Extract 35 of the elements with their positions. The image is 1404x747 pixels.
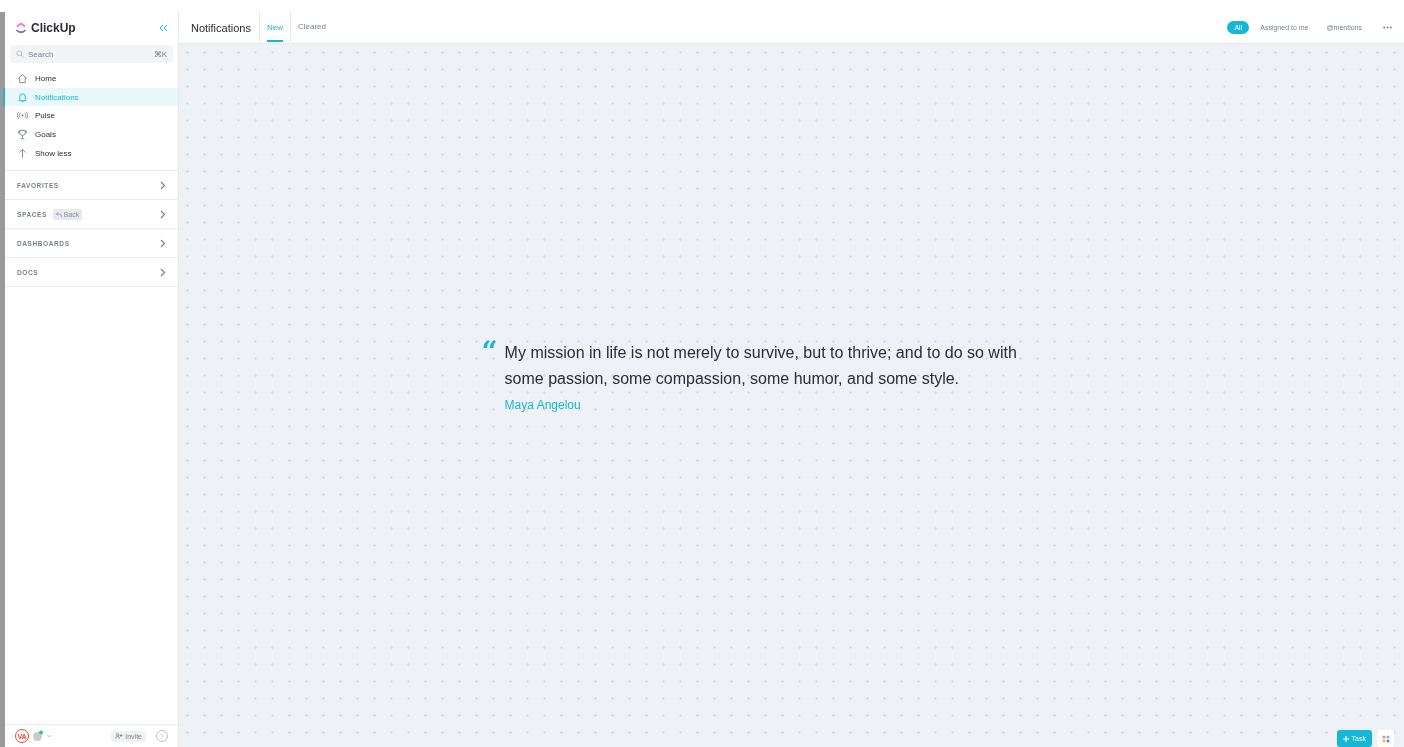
nav-item[interactable]: Notifications bbox=[3, 87, 178, 107]
logo-icon bbox=[15, 21, 27, 34]
radio-waves-icon bbox=[17, 110, 28, 122]
quote-mark: “ bbox=[481, 339, 498, 370]
home-icon bbox=[17, 72, 28, 84]
undo-icon bbox=[55, 211, 62, 217]
search-input[interactable]: Search bbox=[28, 49, 150, 59]
chevron-right-icon bbox=[160, 267, 166, 277]
more-icon[interactable] bbox=[1383, 26, 1392, 29]
quote-text: My mission in life is not merely to survive, but to thrive; and to do so with some passion, some compassion, some humor, and some style. bbox=[504, 342, 1018, 389]
chevron-right-icon bbox=[160, 238, 166, 248]
arrow-up-icon bbox=[17, 147, 28, 159]
tab[interactable]: Cleared bbox=[289, 12, 333, 43]
nav-item[interactable]: Goals bbox=[3, 125, 178, 144]
trophy-icon bbox=[17, 128, 28, 140]
apps-button[interactable] bbox=[1377, 730, 1394, 747]
avatar-icon[interactable] bbox=[33, 730, 43, 742]
grid-icon bbox=[1381, 734, 1390, 743]
page-title: Notifications bbox=[191, 21, 251, 34]
nav-item[interactable]: Pulse bbox=[3, 106, 178, 126]
nav-item[interactable]: Show less bbox=[3, 143, 178, 163]
shortcut-hint: ⌘K bbox=[153, 49, 167, 59]
chevron-right-icon bbox=[160, 180, 166, 190]
add-user-icon bbox=[115, 732, 124, 739]
bell-icon bbox=[17, 91, 28, 103]
search-icon bbox=[16, 50, 24, 58]
tab[interactable]: New bbox=[258, 12, 290, 43]
collapse-icon[interactable] bbox=[159, 23, 168, 32]
plus-icon bbox=[1342, 735, 1349, 742]
caret-icon[interactable] bbox=[47, 734, 52, 738]
chevron-right-icon bbox=[160, 209, 166, 219]
quote-author: Maya Angelou bbox=[504, 397, 582, 412]
nav-item[interactable]: Home bbox=[3, 69, 178, 88]
logo-text: ClickUp bbox=[31, 20, 76, 35]
search-field[interactable]: Search ⌘K bbox=[10, 45, 173, 63]
